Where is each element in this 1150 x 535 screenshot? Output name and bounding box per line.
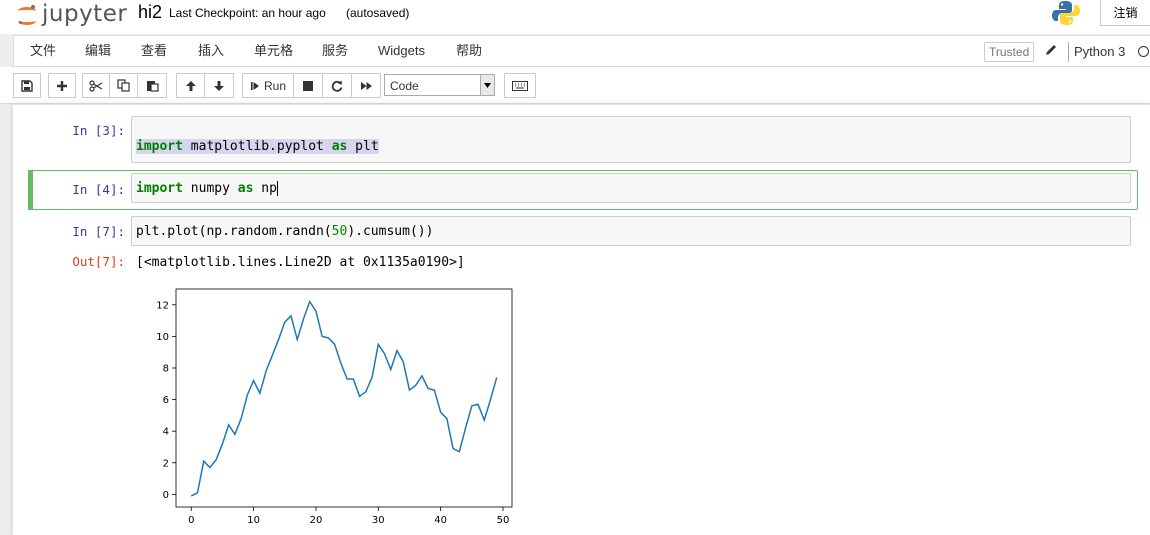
step-forward-icon xyxy=(250,81,259,90)
trusted-indicator[interactable]: Trusted xyxy=(984,42,1035,62)
y-tick-label: 10 xyxy=(156,332,169,343)
y-tick-label: 8 xyxy=(163,363,169,374)
menu-widgets[interactable]: Widgets xyxy=(378,36,425,66)
cell-type-select[interactable]: Code xyxy=(384,74,495,96)
plot-frame xyxy=(175,288,513,508)
copy-icon xyxy=(117,79,130,92)
y-tick-label: 2 xyxy=(163,458,169,469)
menu-file[interactable]: 文件 xyxy=(30,36,56,66)
copy-button[interactable] xyxy=(110,73,138,98)
input-prompt: In [4]: xyxy=(72,182,125,197)
line-chart: 0 10 20 30 40 50 0 2 4 6 8 10 12 xyxy=(156,288,513,526)
arrow-down-icon xyxy=(214,80,224,91)
run-button[interactable]: Run xyxy=(242,73,294,98)
python-logo-icon xyxy=(1052,1,1080,25)
interrupt-button[interactable] xyxy=(294,73,323,98)
toolbar: Run Code xyxy=(0,67,1150,104)
x-tick-label: 40 xyxy=(434,515,447,526)
menu-edit[interactable]: 编辑 xyxy=(85,36,111,66)
kernel-idle-indicator-icon xyxy=(1138,46,1149,57)
y-tick-label: 4 xyxy=(163,427,169,438)
autosave-status: (autosaved) xyxy=(346,6,410,20)
y-tick-label: 0 xyxy=(163,490,169,501)
text-cursor xyxy=(276,181,278,196)
jupyter-logo-icon xyxy=(18,5,36,25)
code-cell-input[interactable]: plt.plot(np.random.randn(50).cumsum()) xyxy=(131,216,1131,246)
kernel-divider xyxy=(1068,42,1069,62)
header: jupyter hi2 Last Checkpoint: an hour ago… xyxy=(0,0,1150,34)
pencil-icon[interactable] xyxy=(1044,43,1058,57)
code-cell-input[interactable]: import numpy as np xyxy=(131,173,1131,203)
logo-text: jupyter xyxy=(42,1,128,27)
checkpoint-status: Last Checkpoint: an hour ago xyxy=(169,6,326,20)
x-tick-label: 20 xyxy=(310,515,323,526)
kernel-name[interactable]: Python 3 xyxy=(1074,44,1125,59)
output-text: [<matplotlib.lines.Line2D at 0x1135a0190… xyxy=(136,255,465,270)
menu-insert[interactable]: 插入 xyxy=(198,36,224,66)
menu-help[interactable]: 帮助 xyxy=(456,36,482,66)
move-up-button[interactable] xyxy=(176,73,205,98)
insert-cell-button[interactable] xyxy=(48,73,76,98)
input-prompt: In [3]: xyxy=(72,123,125,138)
restart-run-all-button[interactable] xyxy=(352,73,381,98)
paste-button[interactable] xyxy=(138,73,167,98)
notebook-container: In [3]: import matplotlib.pyplot as plt … xyxy=(13,105,1150,535)
chevron-down-icon xyxy=(480,75,494,95)
restart-button[interactable] xyxy=(323,73,352,98)
cell-type-value: Code xyxy=(390,79,419,93)
series-line xyxy=(190,299,498,497)
x-tick-label: 30 xyxy=(372,515,385,526)
scissors-icon xyxy=(89,79,103,92)
cut-button[interactable] xyxy=(82,73,110,98)
menu-view[interactable]: 查看 xyxy=(141,36,167,66)
paste-icon xyxy=(146,81,159,92)
notebook-name[interactable]: hi2 xyxy=(138,2,162,23)
fast-forward-icon xyxy=(360,81,372,90)
menu-cell[interactable]: 单元格 xyxy=(254,36,293,66)
menubar: 文件 编辑 查看 插入 单元格 服务 Widgets 帮助 Trusted Py… xyxy=(13,35,1150,67)
menu-kernel[interactable]: 服务 xyxy=(322,36,348,66)
y-tick-label: 6 xyxy=(163,395,169,406)
code-cell-input[interactable]: import matplotlib.pyplot as plt xyxy=(131,116,1131,163)
plus-icon xyxy=(57,80,67,91)
x-tick-label: 0 xyxy=(188,515,194,526)
input-prompt: In [7]: xyxy=(72,224,125,239)
logout-button[interactable]: 注销 xyxy=(1100,0,1150,26)
x-tick-label: 50 xyxy=(497,515,510,526)
keyboard-icon xyxy=(512,80,528,91)
move-down-button[interactable] xyxy=(205,73,234,98)
run-label: Run xyxy=(263,78,286,93)
arrow-up-icon xyxy=(185,80,196,91)
command-palette-button[interactable] xyxy=(504,73,536,98)
save-icon xyxy=(21,79,33,92)
x-tick-label: 10 xyxy=(247,515,260,526)
refresh-icon xyxy=(331,80,343,92)
y-tick-label: 12 xyxy=(156,300,169,311)
save-button[interactable] xyxy=(13,73,41,98)
jupyter-logo[interactable]: jupyter xyxy=(18,0,127,28)
stop-icon xyxy=(303,80,313,91)
output-prompt: Out[7]: xyxy=(72,254,125,269)
